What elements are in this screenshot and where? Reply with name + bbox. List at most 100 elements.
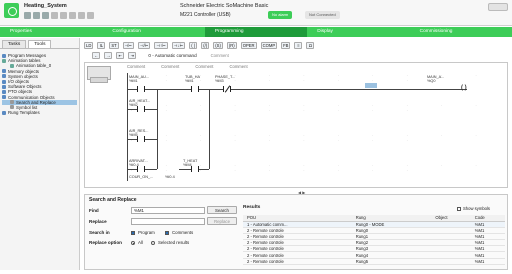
rung-dropdown[interactable] — [90, 77, 108, 83]
tab-tools[interactable]: Tools — [28, 40, 52, 48]
redo-icon[interactable] — [69, 12, 76, 19]
software-icon — [2, 84, 6, 89]
set-coil-button[interactable]: (S) — [213, 41, 223, 49]
contact-phase-t[interactable] — [223, 86, 231, 92]
branch-wire — [209, 89, 210, 169]
contact-air-res[interactable] — [137, 136, 145, 142]
replace-input[interactable] — [131, 218, 205, 225]
table-cell — [431, 258, 471, 265]
table-cell: 2 - Remote controle — [243, 258, 352, 265]
window-controls[interactable] — [488, 3, 508, 11]
undo-icon[interactable] — [60, 12, 67, 19]
function-block-button[interactable]: FB — [281, 41, 291, 49]
table-cell: %M1 — [470, 258, 505, 265]
find-label: Find — [89, 208, 99, 213]
first-rung-icon[interactable]: ⇤ — [116, 52, 125, 59]
tab-properties[interactable]: Properties — [0, 27, 102, 37]
tree-item-rung-templates[interactable]: Rung Templates — [2, 110, 77, 115]
tab-tasks[interactable]: Tasks — [2, 40, 27, 48]
comment-cell[interactable]: Comment — [229, 64, 247, 69]
contact-main-auto[interactable] — [137, 86, 145, 92]
operation-block-button[interactable]: OPER — [240, 41, 257, 49]
help-icon[interactable] — [87, 12, 94, 19]
search-in-label: Search in — [89, 230, 110, 235]
st-button[interactable]: ST — [109, 41, 119, 49]
search-panel-title: Search and Replace — [89, 197, 137, 203]
replace-button[interactable]: Replace — [207, 217, 237, 225]
memory-icon — [2, 69, 6, 74]
print-icon[interactable] — [51, 12, 58, 19]
ladder-editor[interactable]: Comment Comment Comment Comment · · · · … — [84, 62, 508, 188]
all-option-label: All — [138, 240, 143, 245]
controller-label: M221 Controller (USB) — [180, 12, 231, 18]
io-icon — [2, 79, 6, 84]
left-panel: Tasks Tools Program Messages Animation t… — [0, 38, 80, 270]
next-rung-icon[interactable]: → — [104, 52, 113, 59]
selected-results-radio[interactable] — [151, 241, 155, 245]
cut-icon[interactable] — [78, 12, 85, 19]
contact-no-button[interactable]: ⊣⊢ — [122, 41, 135, 49]
project-name: Heating_System — [24, 3, 67, 9]
ladder-toolbar: LD IL ST ⊣⊢ ⊣/⊢ ⊣↑⊢ ⊣↓⊢ ( ) (/) (S) (R) … — [84, 40, 315, 50]
search-button[interactable]: Search — [207, 206, 237, 214]
comments-checkbox[interactable] — [165, 231, 169, 235]
rung-title[interactable]: 0 - Automatic command — [148, 53, 196, 58]
template-icon — [2, 110, 6, 115]
previous-rung-icon[interactable]: ← — [92, 52, 101, 59]
left-panel-tabs: Tasks Tools — [0, 38, 79, 48]
search-icon — [10, 100, 14, 105]
show-symbols-checkbox[interactable] — [457, 207, 461, 211]
rung-nav-bar: ← → ⇤ ⇥ 0 - Automatic command Comment — [92, 51, 229, 60]
il-button[interactable]: IL — [97, 41, 106, 49]
contact-arrivat[interactable] — [137, 166, 145, 172]
find-input[interactable]: %M1 — [131, 207, 205, 214]
tab-programming[interactable]: Programming — [204, 27, 308, 37]
contact-t-heat[interactable] — [191, 166, 199, 172]
more-tools-button[interactable]: Ω — [306, 41, 315, 49]
contact-nc-button[interactable]: ⊣/⊢ — [138, 41, 151, 49]
open-icon[interactable] — [33, 12, 40, 19]
line-button[interactable]: ≡ — [294, 41, 303, 49]
alarm-status-badge: No alarm — [268, 11, 293, 19]
tab-commissioning[interactable]: Commissioning — [410, 27, 512, 37]
coil-button[interactable]: ( ) — [189, 41, 198, 49]
coil-main-auto[interactable]: ( ) — [461, 85, 467, 91]
tab-display[interactable]: Display — [307, 27, 409, 37]
save-icon[interactable] — [42, 12, 49, 19]
branch-wire — [157, 89, 158, 169]
reset-coil-button[interactable]: (R) — [226, 41, 237, 49]
table-row[interactable]: 2 - Remote controle Rung5 %M1 — [243, 258, 505, 265]
tab-configuration[interactable]: Configuration — [102, 27, 204, 37]
ld-button[interactable]: LD — [84, 41, 94, 49]
comment-row: Comment Comment Comment Comment — [127, 64, 248, 69]
last-rung-icon[interactable]: ⇥ — [128, 52, 137, 59]
negated-coil-button[interactable]: (/) — [201, 41, 210, 49]
table-cell: Rung5 — [351, 258, 432, 265]
grid-dots: · · · · · · · · · · · · · · · · · · · · — [131, 103, 493, 113]
contact-rising-button[interactable]: ⊣↑⊢ — [154, 41, 168, 49]
new-icon[interactable] — [24, 12, 31, 19]
all-radio[interactable] — [131, 241, 135, 245]
rung-comment[interactable]: Comment — [211, 53, 229, 58]
system-icon — [2, 74, 6, 79]
replace-label: Replace — [89, 219, 107, 224]
compare-block-button[interactable]: COMP — [260, 41, 278, 49]
connection-status-badge: Not Connected — [305, 11, 340, 19]
contact-address: %M1 — [129, 79, 138, 83]
comments-option-label: Comments — [172, 230, 194, 235]
comment-cell[interactable]: Comment — [127, 64, 145, 69]
rung-selector[interactable] — [87, 66, 111, 83]
title-bar: Heating_System Schneider Electric SoMach… — [0, 0, 512, 26]
replace-option-label: Replace option — [89, 240, 122, 245]
tools-tree: Program Messages Animation tables Animat… — [0, 48, 79, 119]
main-nav-tabs: Properties Configuration Programming Dis… — [0, 27, 512, 37]
contact-falling-button[interactable]: ⊣↓⊢ — [171, 41, 186, 49]
table-icon — [10, 63, 14, 68]
comment-cell[interactable]: Comment — [161, 64, 179, 69]
contact-tub-ha[interactable] — [191, 86, 199, 92]
program-checkbox[interactable] — [131, 231, 135, 235]
app-logo-icon — [4, 3, 19, 18]
window-title: Schneider Electric SoMachine Basic — [180, 3, 269, 9]
comment-cell[interactable]: Comment — [195, 64, 213, 69]
contact-air-heat[interactable] — [137, 106, 145, 112]
